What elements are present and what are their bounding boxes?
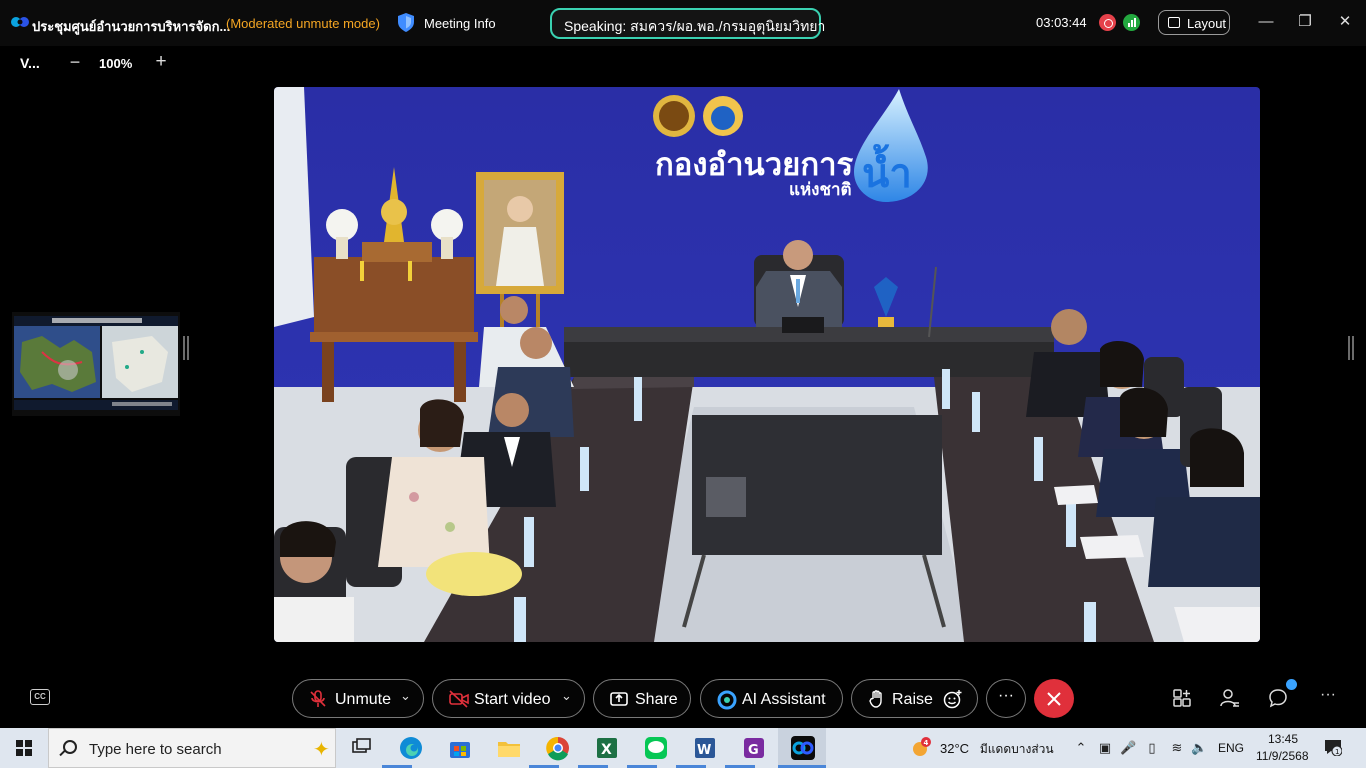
hand-icon <box>869 690 882 708</box>
unmute-mode-label: (Moderated unmute mode) <box>226 16 380 31</box>
resize-handle-left[interactable] <box>183 336 189 360</box>
notification-icon[interactable]: 1 <box>1324 738 1342 756</box>
ai-assistant-icon <box>717 690 737 710</box>
close-icon <box>1047 692 1061 706</box>
shield-icon[interactable] <box>398 13 414 32</box>
weather-icon[interactable]: 4 <box>910 737 932 759</box>
main-video-stage[interactable]: กองอำนวยการ แห่งชาติ น้ำ <box>274 87 1260 642</box>
chevron-down-icon[interactable]: ⌄ <box>561 688 572 704</box>
meeting-info-button[interactable]: Meeting Info <box>424 16 496 31</box>
banner-text-2: แห่งชาติ <box>789 180 852 200</box>
task-view-icon[interactable] <box>348 734 376 762</box>
title-bar: ประชุมศูนย์อำนวยการบริหารจัดก... (Modera… <box>0 0 1366 46</box>
more-options-button[interactable]: ··· <box>986 679 1026 718</box>
zoom-out-button[interactable]: − <box>66 52 84 72</box>
active-speaker-indicator: Speaking: สมควร/ผอ.พอ./กรมอุตุนิยมวิทยา <box>550 8 825 39</box>
taskbar-search[interactable]: Type here to search ✦ <box>48 728 336 768</box>
windows-start-icon[interactable] <box>16 740 32 756</box>
windows-taskbar: Type here to search ✦ X W G 4 32°C มีแดด… <box>0 728 1366 768</box>
search-placeholder: Type here to search <box>89 741 222 758</box>
share-button[interactable]: Share <box>593 679 691 718</box>
recording-icon[interactable] <box>1099 14 1116 31</box>
shared-content-thumbnail[interactable] <box>12 312 180 416</box>
unmute-label: Unmute <box>335 691 392 708</box>
meeting-title: ประชุมศูนย์อำนวยการบริหารจัดก... <box>32 19 231 34</box>
microphone-icon[interactable]: 🎤 <box>1120 740 1136 756</box>
minimize-icon[interactable]: — <box>1258 14 1274 30</box>
network-health-icon[interactable] <box>1123 14 1140 31</box>
excel-icon[interactable]: X <box>593 734 621 762</box>
ai-assistant-label: AI Assistant <box>742 691 826 708</box>
meeting-timer: 03:03:44 <box>1036 15 1087 30</box>
zoom-level: 100% <box>99 56 133 71</box>
layout-icon <box>1168 17 1180 28</box>
mic-muted-icon <box>310 690 326 707</box>
unmute-button[interactable]: Unmute ⌄ <box>292 679 424 718</box>
share-icon <box>610 692 628 706</box>
svg-text:X: X <box>601 742 612 758</box>
leave-meeting-button[interactable] <box>1034 679 1074 718</box>
line-icon[interactable] <box>642 734 670 762</box>
taskbar-date[interactable]: 11/9/2568 <box>1256 749 1309 763</box>
participants-icon[interactable] <box>1220 688 1240 708</box>
active-speaker-text: Speaking: สมควร/ผอ.พอ./กรมอุตุนิยมวิทยา <box>564 18 826 34</box>
weather-badge: 4 <box>924 739 929 747</box>
banner-drop-text: น้ำ <box>862 144 912 197</box>
more-icon[interactable]: ··· <box>1318 686 1338 706</box>
view-menu[interactable]: V... <box>20 55 40 71</box>
weather-desc: มีแดดบางส่วน <box>979 742 1054 756</box>
svg-text:W: W <box>697 743 711 758</box>
layout-label: Layout <box>1187 16 1227 31</box>
pdf-app-icon[interactable]: G <box>740 734 768 762</box>
speaker-icon[interactable]: 🔈 <box>1191 740 1207 756</box>
resize-handle-right[interactable] <box>1348 336 1354 360</box>
raise-hand-button[interactable]: Raise <box>851 679 978 718</box>
restore-icon[interactable]: ❐ <box>1297 14 1313 30</box>
banner-text-1: กองอำนวยการ <box>655 147 853 183</box>
meet-now-icon[interactable]: ▣ <box>1097 740 1113 756</box>
chrome-icon[interactable] <box>544 734 572 762</box>
store-icon[interactable] <box>446 734 474 762</box>
word-icon[interactable]: W <box>691 734 719 762</box>
webex-icon[interactable] <box>789 734 817 762</box>
closed-captions-button[interactable]: CC <box>30 689 50 705</box>
svg-text:G: G <box>748 743 759 758</box>
edge-icon[interactable] <box>397 734 425 762</box>
close-window-icon[interactable]: ✕ <box>1337 14 1353 30</box>
search-icon <box>63 740 77 754</box>
sparkle-icon: ✦ <box>313 739 330 761</box>
chevron-up-icon[interactable]: ⌃ <box>1073 740 1089 756</box>
notification-count: 1 <box>1335 748 1339 756</box>
start-video-button[interactable]: Start video ⌄ <box>432 679 585 718</box>
input-language[interactable]: ENG <box>1218 741 1244 755</box>
taskbar-time[interactable]: 13:45 <box>1268 732 1298 746</box>
start-video-label: Start video <box>474 691 551 708</box>
share-label: Share <box>635 691 678 708</box>
chat-icon[interactable] <box>1268 688 1288 708</box>
layout-button[interactable]: Layout <box>1158 10 1230 35</box>
zoom-in-button[interactable]: + <box>151 51 171 72</box>
chat-unread-badge <box>1286 679 1297 690</box>
ai-assistant-button[interactable]: AI Assistant <box>700 679 843 718</box>
apps-icon[interactable] <box>1172 688 1192 708</box>
wifi-icon[interactable]: ≋ <box>1169 740 1185 756</box>
weather-widget[interactable]: 32°C มีแดดบางส่วน <box>940 740 1054 759</box>
video-off-icon <box>449 690 469 708</box>
webex-logo-icon <box>11 17 29 27</box>
reaction-icon[interactable] <box>943 689 963 709</box>
battery-icon[interactable]: ▯ <box>1144 740 1160 756</box>
chevron-down-icon[interactable]: ⌄ <box>400 688 411 704</box>
file-explorer-icon[interactable] <box>495 734 523 762</box>
weather-temp: 32°C <box>940 741 970 756</box>
raise-label: Raise <box>892 691 933 708</box>
